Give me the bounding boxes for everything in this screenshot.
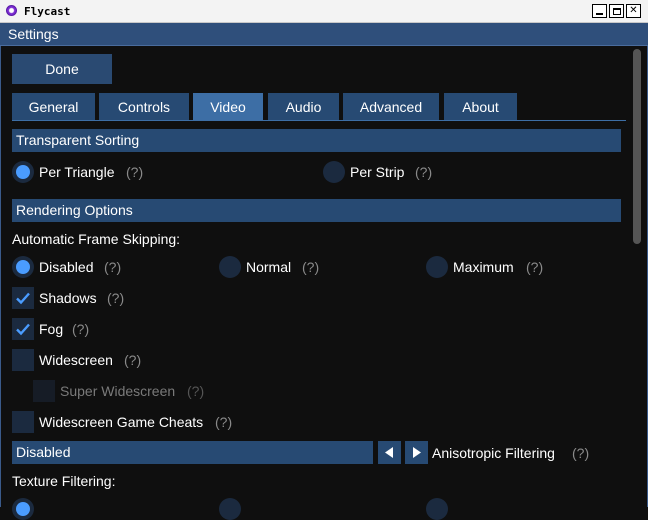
help-widescreen-cheats[interactable]: (?) [215, 414, 232, 430]
label-anisotropic: Anisotropic Filtering [432, 445, 555, 461]
radio-texture-filter-3[interactable] [426, 498, 448, 520]
settings-title: Settings [8, 26, 59, 42]
radio-frameskip-normal[interactable] [219, 256, 241, 278]
checkbox-widescreen-cheats[interactable] [12, 411, 34, 433]
help-shadows[interactable]: (?) [107, 290, 124, 306]
scrollbar-thumb[interactable] [633, 49, 641, 244]
radio-per-strip[interactable] [323, 161, 345, 183]
anisotropic-decrease-button[interactable] [378, 441, 401, 464]
tab-controls[interactable]: Controls [99, 93, 189, 121]
tab-general[interactable]: General [12, 93, 95, 121]
help-per-triangle[interactable]: (?) [126, 164, 143, 180]
tab-audio[interactable]: Audio [268, 93, 339, 121]
label-per-strip: Per Strip [350, 164, 405, 180]
help-frameskip-maximum[interactable]: (?) [526, 259, 543, 275]
radio-texture-filter-1[interactable] [12, 498, 34, 520]
help-frameskip-disabled[interactable]: (?) [104, 259, 121, 275]
checkbox-shadows[interactable] [12, 287, 34, 309]
tab-underline [12, 120, 626, 121]
minimize-button[interactable] [592, 4, 607, 18]
tab-advanced[interactable]: Advanced [343, 93, 439, 121]
tab-video[interactable]: Video [193, 93, 263, 121]
label-frameskip-normal: Normal [246, 259, 292, 275]
close-button[interactable]: ✕ [626, 4, 641, 18]
arrow-left-icon [385, 447, 393, 458]
help-widescreen[interactable]: (?) [124, 352, 141, 368]
checkmark-icon [16, 292, 30, 305]
checkbox-widescreen[interactable] [12, 349, 34, 371]
label-widescreen-cheats: Widescreen Game Cheats [39, 414, 204, 430]
settings-header: Settings [0, 23, 648, 46]
window-title: Flycast [24, 5, 71, 18]
anisotropic-increase-button[interactable] [405, 441, 428, 464]
help-anisotropic[interactable]: (?) [572, 445, 589, 461]
help-super-widescreen[interactable]: (?) [187, 383, 204, 399]
label-super-widescreen: Super Widescreen [60, 383, 176, 399]
checkbox-fog[interactable] [12, 318, 34, 340]
radio-texture-filter-2[interactable] [219, 498, 241, 520]
label-frame-skipping: Automatic Frame Skipping: [12, 231, 181, 247]
label-frameskip-maximum: Maximum [453, 259, 514, 275]
label-shadows: Shadows [39, 290, 97, 306]
checkbox-super-widescreen[interactable] [33, 380, 55, 402]
maximize-button[interactable] [609, 4, 624, 18]
help-per-strip[interactable]: (?) [415, 164, 432, 180]
label-per-triangle: Per Triangle [39, 164, 115, 180]
radio-frameskip-maximum[interactable] [426, 256, 448, 278]
section-transparent-sorting: Transparent Sorting [12, 129, 621, 152]
arrow-right-icon [413, 447, 421, 458]
help-fog[interactable]: (?) [72, 321, 89, 337]
label-frameskip-disabled: Disabled [39, 259, 94, 275]
label-fog: Fog [39, 321, 64, 337]
anisotropic-combo[interactable]: Disabled [12, 441, 373, 464]
flycast-app-icon [6, 5, 17, 16]
radio-frameskip-disabled[interactable] [12, 256, 34, 278]
checkmark-icon [16, 323, 30, 336]
label-texture-filtering: Texture Filtering: [12, 473, 116, 489]
window-titlebar[interactable]: Flycast ✕ [0, 0, 648, 23]
help-frameskip-normal[interactable]: (?) [302, 259, 319, 275]
radio-per-triangle[interactable] [12, 161, 34, 183]
done-button[interactable]: Done [12, 54, 112, 84]
tab-about[interactable]: About [444, 93, 517, 121]
section-rendering-options: Rendering Options [12, 199, 621, 222]
label-widescreen: Widescreen [39, 352, 113, 368]
